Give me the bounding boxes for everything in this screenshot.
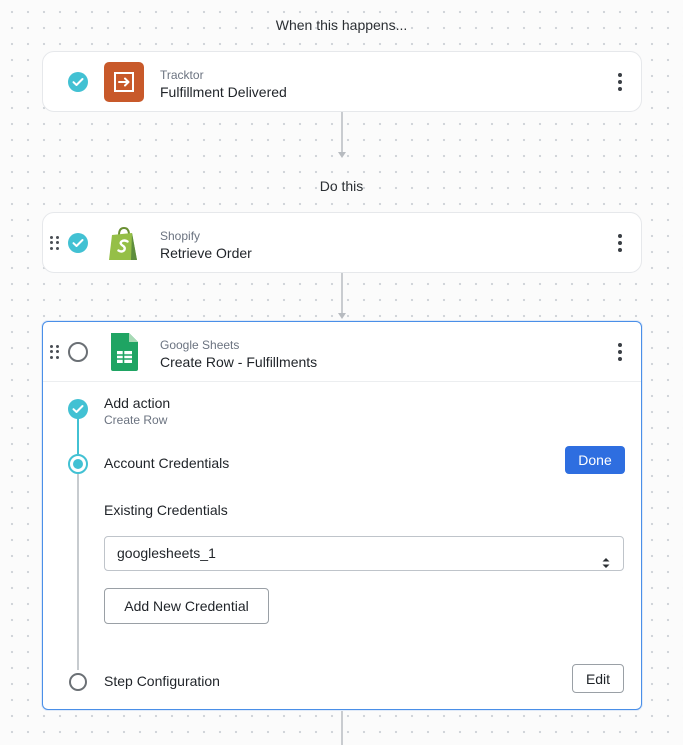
flow-connector: [341, 273, 343, 313]
edit-button[interactable]: Edit: [572, 664, 624, 693]
shopify-step-card[interactable]: Shopify Retrieve Order: [42, 212, 642, 273]
progress-line-pending: [77, 474, 79, 670]
add-action-subtitle: Create Row: [104, 413, 168, 427]
shopify-bag-icon: [104, 223, 144, 263]
trigger-step-name: Fulfillment Delivered: [160, 84, 287, 100]
trigger-section-label: When this happens...: [275, 17, 408, 33]
add-action-title[interactable]: Add action: [104, 395, 170, 411]
select-caret-icon: [602, 548, 610, 568]
progress-line-complete: [77, 418, 79, 454]
step-configuration-title: Step Configuration: [104, 673, 220, 689]
shopify-app-name: Shopify: [160, 229, 201, 243]
trigger-step-card[interactable]: Tracktor Fulfillment Delivered: [42, 51, 642, 112]
completed-check-icon: [68, 72, 88, 92]
more-options-icon[interactable]: [617, 234, 623, 252]
action-section-label: Do this: [319, 178, 364, 194]
current-step-icon: [68, 454, 88, 474]
google-sheets-step-card[interactable]: Google Sheets Create Row - Fulfillments …: [42, 321, 642, 710]
flow-connector: [341, 711, 343, 745]
account-credentials-title: Account Credentials: [104, 455, 230, 471]
sheets-app-name: Google Sheets: [160, 338, 240, 352]
credentials-select-value: googlesheets_1: [117, 545, 216, 561]
drag-handle-icon[interactable]: [50, 236, 60, 250]
done-button[interactable]: Done: [565, 446, 625, 474]
credentials-select[interactable]: googlesheets_1: [104, 536, 624, 571]
completed-check-icon: [68, 233, 88, 253]
flow-connector: [341, 112, 343, 152]
incomplete-status-icon: [68, 342, 88, 362]
pending-step-icon: [69, 673, 87, 691]
tracktor-logo-icon: [104, 62, 144, 102]
google-sheets-icon: [104, 332, 144, 372]
existing-credentials-label: Existing Credentials: [104, 502, 228, 518]
completed-check-icon: [68, 399, 88, 419]
add-new-credential-button[interactable]: Add New Credential: [104, 588, 269, 624]
more-options-icon[interactable]: [617, 73, 623, 91]
arrow-down-icon: [338, 313, 346, 319]
shopify-step-name: Retrieve Order: [160, 245, 252, 261]
sheets-step-name: Create Row - Fulfillments: [160, 354, 318, 370]
more-options-icon[interactable]: [617, 343, 623, 361]
arrow-down-icon: [338, 152, 346, 158]
drag-handle-icon[interactable]: [50, 345, 60, 359]
trigger-app-name: Tracktor: [160, 68, 204, 82]
